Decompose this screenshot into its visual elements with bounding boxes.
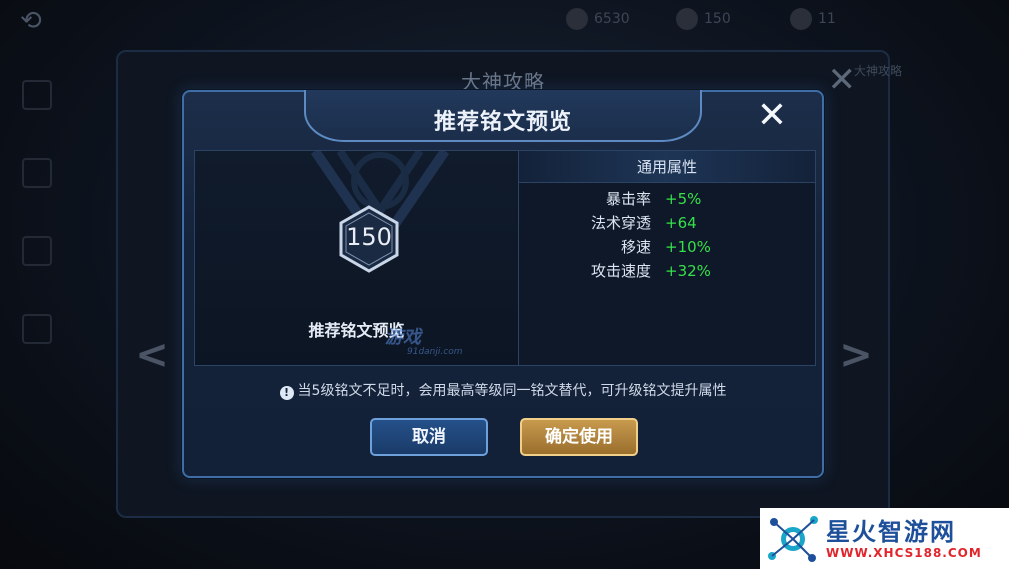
rune-preview-pane: 150 推荐铭文预览 游戏 91danji.com — [195, 151, 519, 365]
info-icon: ! — [279, 386, 294, 400]
attribute-name: 法术穿透 — [590, 214, 651, 232]
coupon-icon — [790, 8, 812, 30]
attributes-pane: 通用属性 暴击率 +5% 法术穿透 +64 移速 +10% 攻击速度 +32% — [519, 151, 815, 365]
preview-label: 推荐铭文预览 — [308, 321, 405, 340]
notice-text-row: ! 当5级铭文不足时，会用最高等级同一铭文替代，可升级铭文提升属性 — [184, 380, 822, 400]
diamond-currency: 150 — [676, 8, 731, 30]
top-bar: ⟲ 6530 150 11 — [0, 0, 1009, 40]
rail-slot-icon[interactable] — [22, 80, 52, 110]
brand-url: WWW.XHCS188.COM — [826, 545, 982, 560]
watermark-text: 游戏 — [385, 327, 421, 348]
brand-name: 星火智游网 — [826, 517, 956, 546]
attribute-row: 移速 +10% — [519, 235, 815, 259]
coupon-amount: 11 — [818, 11, 836, 27]
watermark-sub: 91danji.com — [407, 347, 463, 357]
next-arrow-icon[interactable]: > — [836, 330, 876, 380]
coupon-currency: 11 — [790, 8, 836, 30]
attribute-name: 暴击率 — [605, 190, 651, 208]
rail-slot-icon[interactable] — [22, 314, 52, 344]
attribute-row: 法术穿透 +64 — [519, 211, 815, 235]
diamond-amount: 150 — [704, 11, 731, 27]
brand-watermark: 星火智游网 WWW.XHCS188.COM — [760, 508, 1009, 569]
attribute-value: +10% — [665, 238, 711, 256]
attribute-name: 攻击速度 — [590, 262, 651, 280]
diamond-icon — [676, 8, 698, 30]
close-icon[interactable]: ✕ — [752, 96, 792, 136]
gold-coin-icon — [566, 8, 588, 30]
attribute-row: 暴击率 +5% — [519, 187, 815, 211]
rune-preview-dialog: 推荐铭文预览 ✕ 150 推荐铭文预览 游戏 91danji.com 通用属性 — [182, 90, 824, 478]
attributes-header: 通用属性 — [519, 151, 815, 183]
back-arrow-icon[interactable]: ⟲ — [20, 6, 64, 36]
attribute-value: +32% — [665, 262, 711, 280]
site-watermark: 游戏 91danji.com — [385, 323, 462, 357]
brand-network-icon — [768, 515, 818, 562]
strategy-corner-text: 大神攻略 — [853, 64, 902, 78]
gold-currency: 6530 — [566, 8, 630, 30]
gold-amount: 6530 — [594, 11, 630, 27]
dialog-title: 推荐铭文预览 — [433, 110, 572, 135]
rail-slot-icon[interactable] — [22, 236, 52, 266]
attribute-value: +5% — [665, 190, 702, 208]
prev-arrow-icon[interactable]: < — [132, 330, 172, 380]
brand-text: 星火智游网 WWW.XHCS188.COM — [826, 518, 982, 560]
dialog-content: 150 推荐铭文预览 游戏 91danji.com 通用属性 暴击率 +5% 法… — [194, 150, 816, 366]
left-rail — [22, 80, 62, 392]
confirm-use-button[interactable]: 确定使用 — [520, 418, 638, 456]
attributes-list: 暴击率 +5% 法术穿透 +64 移速 +10% 攻击速度 +32% — [519, 183, 815, 283]
attribute-row: 攻击速度 +32% — [519, 259, 815, 283]
rail-slot-icon[interactable] — [22, 158, 52, 188]
notice-text: 当5级铭文不足时，会用最高等级同一铭文替代，可升级铭文提升属性 — [297, 383, 727, 399]
level-badge-text: 150 — [346, 223, 392, 251]
attribute-name: 移速 — [620, 238, 651, 256]
cancel-button[interactable]: 取消 — [370, 418, 488, 456]
attribute-value: +64 — [665, 214, 697, 232]
strategy-close-icon[interactable]: ✕ — [828, 60, 857, 100]
